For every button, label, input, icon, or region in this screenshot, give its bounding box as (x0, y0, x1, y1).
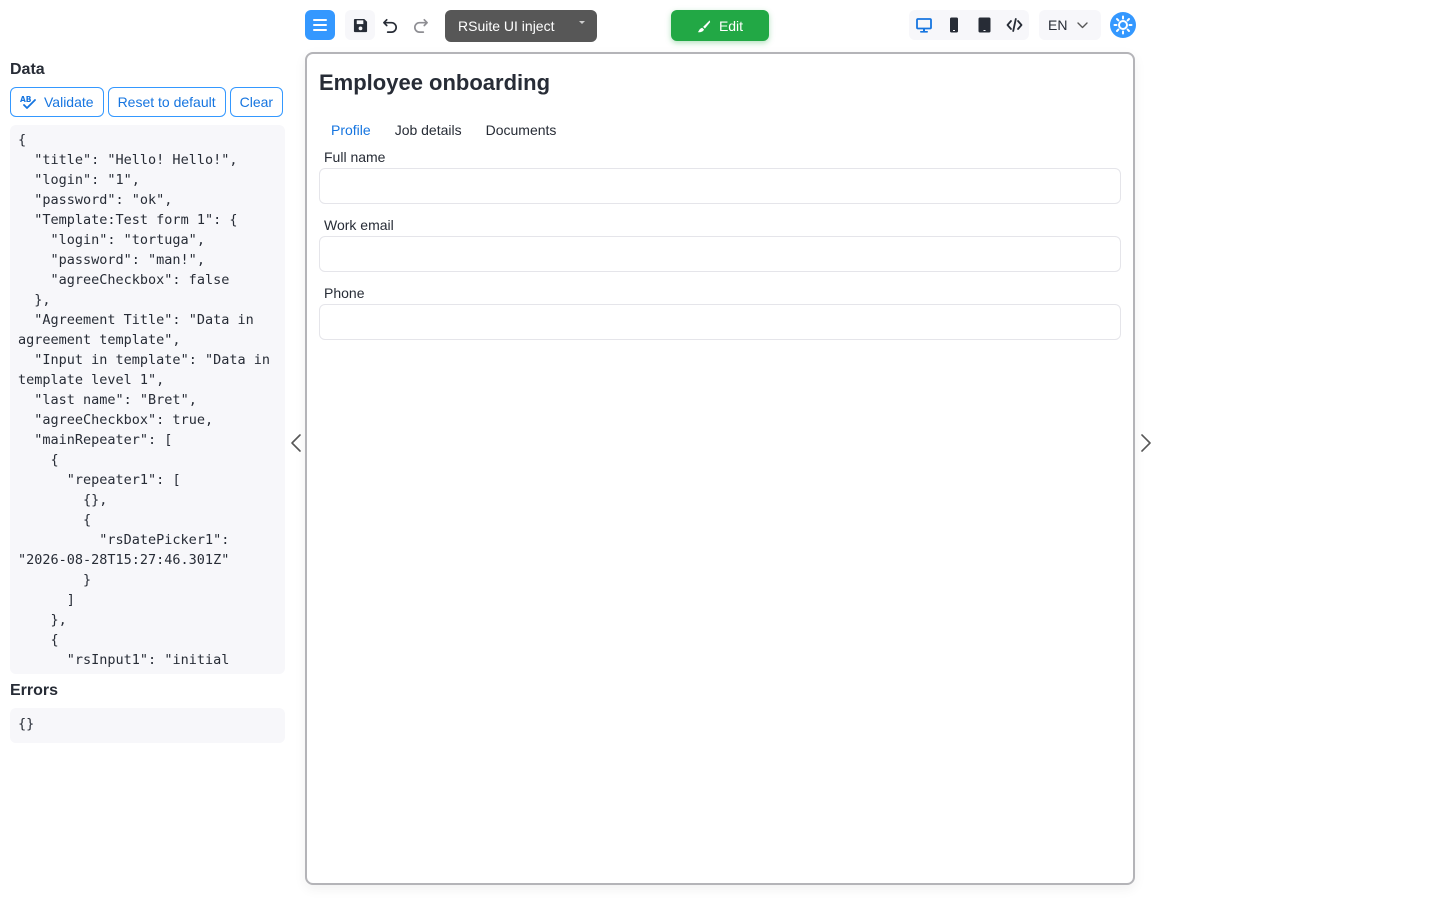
reset-label: Reset to default (117, 94, 216, 110)
clear-label: Clear (239, 94, 274, 110)
phone-label: Phone (324, 285, 365, 301)
tablet-icon (978, 17, 990, 33)
undo-button[interactable] (375, 10, 405, 40)
form-tabs: Profile Job details Documents (319, 118, 568, 142)
clear-button[interactable]: Clear (229, 87, 284, 117)
tab-profile[interactable]: Profile (319, 118, 383, 142)
mobile-icon (950, 17, 958, 33)
errors-title: Errors (10, 682, 59, 699)
tab-documents[interactable]: Documents (474, 118, 569, 142)
code-icon (1006, 18, 1022, 32)
mobile-view-button[interactable] (939, 10, 969, 40)
menu-button[interactable] (305, 10, 335, 40)
inject-dropdown[interactable]: RSuite UI inject (445, 10, 597, 42)
errors-viewer: {} (10, 708, 285, 743)
desktop-view-button[interactable] (909, 10, 939, 40)
validate-button[interactable]: AB Validate (10, 87, 104, 117)
hamburger-icon (313, 19, 327, 31)
data-json-text: { "title": "Hello! Hello!", "login": "1"… (18, 132, 270, 674)
full-name-input[interactable] (319, 168, 1121, 204)
floppy-disk-icon (353, 18, 367, 32)
collapse-right-arrow-icon[interactable] (1139, 433, 1153, 453)
validate-label: Validate (44, 94, 94, 110)
language-label: EN (1048, 17, 1068, 33)
theme-toggle-button[interactable] (1110, 12, 1136, 38)
save-button[interactable] (345, 10, 375, 40)
code-view-button[interactable] (999, 10, 1029, 40)
sun-icon (1113, 15, 1133, 35)
work-email-input[interactable] (319, 236, 1121, 272)
phone-input[interactable] (319, 304, 1121, 340)
inject-label: RSuite UI inject (458, 18, 555, 34)
form-canvas: Employee onboarding Profile Job details … (305, 52, 1135, 885)
data-panel-actions: AB Validate Reset to default Clear (10, 87, 284, 117)
full-name-label: Full name (324, 149, 386, 165)
redo-button[interactable] (405, 10, 435, 40)
data-json-viewer[interactable]: { "title": "Hello! Hello!", "login": "1"… (10, 125, 285, 674)
form-title: Employee onboarding (319, 70, 551, 95)
desktop-icon (916, 17, 932, 33)
work-email-label: Work email (324, 217, 394, 233)
errors-json-text: {} (18, 716, 35, 732)
redo-icon (413, 18, 428, 33)
undo-icon (382, 18, 397, 33)
reset-to-default-button[interactable]: Reset to default (107, 87, 226, 117)
data-panel-title: Data (10, 61, 45, 78)
chevron-down-icon (1077, 21, 1089, 28)
spellcheck-icon: AB (20, 95, 36, 109)
brush-icon (697, 19, 711, 32)
collapse-left-arrow-icon[interactable] (289, 433, 303, 453)
svg-text:AB: AB (20, 95, 32, 104)
device-switcher (909, 10, 1029, 40)
tab-job-details[interactable]: Job details (383, 118, 474, 142)
language-selector[interactable]: EN (1039, 10, 1101, 40)
edit-label: Edit (718, 17, 744, 34)
tablet-view-button[interactable] (969, 10, 999, 40)
caret-down-icon (579, 21, 585, 24)
edit-button[interactable]: Edit (671, 10, 769, 41)
